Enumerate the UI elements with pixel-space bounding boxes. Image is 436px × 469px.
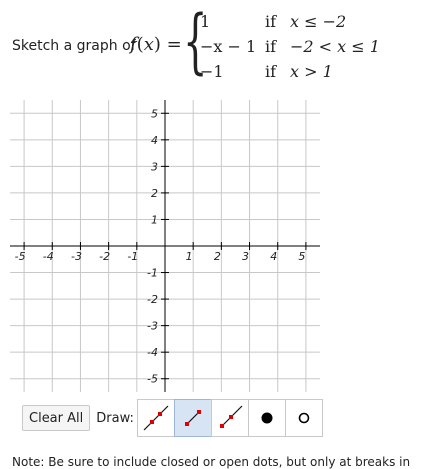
- y-tick-label: -4: [147, 346, 158, 359]
- line-tool-button[interactable]: [136, 399, 175, 437]
- closed-dot-tool-button[interactable]: [247, 399, 286, 437]
- x-tick-label: 4: [270, 250, 277, 263]
- x-tick-label: 2: [214, 250, 221, 263]
- piece-1-if: if: [265, 12, 277, 31]
- clear-all-button[interactable]: Clear All: [22, 405, 91, 431]
- open-dot-icon: [298, 412, 310, 424]
- draw-toolbar: Clear All Draw:: [22, 399, 323, 437]
- ray-tool-button[interactable]: [210, 399, 249, 437]
- graph-canvas[interactable]: -5 -4 -3 -2 -1 1 2 3 4 5 5 4 3 2 1 -1 -2 -3 -4 -5: [0, 96, 330, 396]
- closed-dot-icon: [261, 412, 273, 424]
- x-tick-label: 5: [298, 250, 305, 263]
- line-tool-icon: [143, 405, 169, 431]
- prompt-text: Sketch a graph of: [12, 38, 136, 54]
- x-tick-label: 3: [242, 250, 249, 263]
- segment-tool-icon: [184, 410, 201, 426]
- y-tick-label: 2: [151, 187, 158, 200]
- piece-3-condition: x > 1: [290, 62, 333, 81]
- piece-2-if: if: [265, 37, 277, 56]
- open-dot-tool-button[interactable]: [284, 399, 323, 437]
- piece-2-condition: −2 < x ≤ 1: [290, 37, 380, 56]
- y-tick-label: -3: [147, 320, 158, 333]
- y-tick-label: 4: [151, 134, 158, 147]
- draw-label: Draw:: [96, 410, 134, 426]
- x-tick-label: -5: [15, 250, 26, 263]
- note-text: Note: Be sure to include closed or open …: [12, 455, 411, 469]
- piece-1-condition: x ≤ −2: [290, 12, 347, 31]
- piece-1-expr: 1: [200, 12, 211, 31]
- segment-tool-button[interactable]: [173, 399, 212, 437]
- y-tick-label: -5: [147, 373, 158, 386]
- piece-3-if: if: [265, 62, 277, 81]
- x-tick-label: -1: [127, 250, 138, 263]
- piece-3-expr: −1: [200, 62, 224, 81]
- function-name: f(x) =: [130, 34, 182, 55]
- x-tick-labels: -5 -4 -3 -2 -1 1 2 3 4 5: [15, 250, 306, 263]
- ray-tool-icon: [219, 405, 243, 428]
- y-tick-label: 1: [151, 213, 158, 226]
- x-tick-label: -3: [71, 250, 82, 263]
- y-tick-label: 5: [151, 107, 158, 120]
- axes: [10, 100, 320, 392]
- x-tick-label: -2: [99, 250, 110, 263]
- y-tick-label: 3: [151, 160, 158, 173]
- x-tick-label: -4: [43, 250, 54, 263]
- y-tick-label: -1: [147, 267, 158, 280]
- y-tick-label: -2: [147, 293, 158, 306]
- x-tick-label: 1: [186, 250, 193, 263]
- piece-2-expr: −x − 1: [200, 37, 257, 56]
